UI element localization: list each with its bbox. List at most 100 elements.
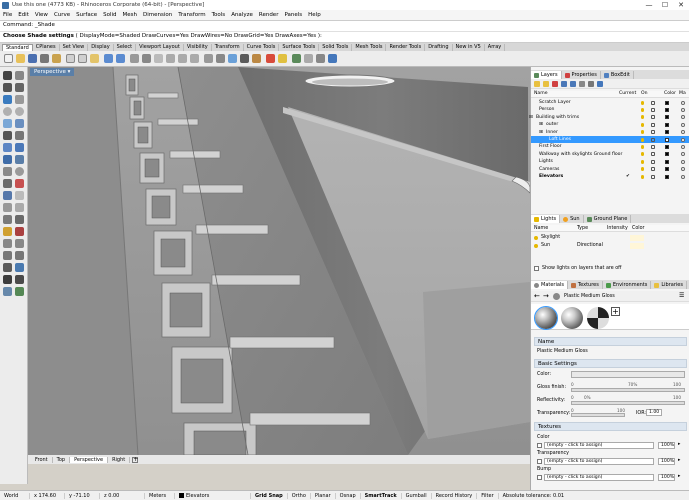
layer-lock-icon[interactable] — [651, 107, 655, 112]
layer-visibility-icon[interactable] — [641, 122, 644, 127]
sweep-icon[interactable] — [3, 155, 12, 164]
tab-curve-tools[interactable]: Curve Tools — [244, 44, 280, 51]
tab-materials[interactable]: Materials — [531, 281, 568, 289]
forward-arrow-icon[interactable]: → — [543, 292, 549, 300]
layer-visibility-icon[interactable] — [641, 167, 644, 172]
split-icon[interactable] — [15, 215, 24, 224]
mirror-icon[interactable] — [3, 263, 12, 272]
paste-icon[interactable] — [90, 54, 99, 63]
layer-lock-icon[interactable] — [651, 137, 655, 142]
layer-expand-icon[interactable]: ⊞ — [539, 129, 543, 136]
layer-row[interactable]: ⊞ Inner — [531, 129, 689, 136]
layer-lock-icon[interactable] — [651, 100, 655, 105]
help-icon[interactable] — [328, 54, 337, 63]
layer-color-swatch[interactable] — [665, 107, 669, 112]
light-bulb-icon[interactable] — [534, 244, 538, 248]
close-button[interactable]: ✕ — [673, 1, 689, 9]
material-color-swatch[interactable] — [571, 371, 685, 378]
tab-textures[interactable]: Textures — [568, 281, 603, 289]
analyze-icon[interactable] — [15, 275, 24, 284]
select-arrow-icon[interactable] — [3, 71, 12, 80]
add-viewport-tab-icon[interactable]: + — [132, 456, 138, 463]
ellipse-icon[interactable] — [3, 119, 12, 128]
texture-slot-checkbox[interactable] — [537, 475, 542, 480]
layer-color-swatch[interactable] — [665, 144, 669, 149]
new-sublayer-icon[interactable] — [543, 81, 549, 87]
tab-display[interactable]: Display — [88, 44, 114, 51]
layer-row[interactable]: Elevators ✔ — [531, 173, 689, 180]
new-file-icon[interactable] — [4, 54, 13, 63]
circle-icon[interactable] — [3, 107, 12, 116]
tab-drafting[interactable]: Drafting — [425, 44, 453, 51]
group-icon[interactable] — [3, 287, 12, 296]
layer-lock-icon[interactable] — [651, 130, 655, 135]
layer-visibility-icon[interactable] — [641, 115, 644, 120]
layer-row[interactable]: ⊞ outer — [531, 121, 689, 128]
point-icon[interactable] — [15, 71, 24, 80]
layer-row[interactable]: Lights — [531, 158, 689, 165]
tab-standard[interactable]: Standard — [2, 44, 33, 51]
menu-surface[interactable]: Surface — [76, 12, 97, 18]
layer-material-icon[interactable] — [681, 174, 685, 179]
curve-icon[interactable] — [3, 95, 12, 104]
rendered-icon[interactable] — [252, 54, 261, 63]
layer-lock-icon[interactable] — [651, 167, 655, 172]
copy-icon[interactable] — [78, 54, 87, 63]
layer-visibility-icon[interactable] — [641, 174, 644, 179]
material-thumb-2[interactable] — [561, 307, 583, 329]
four-viewports-icon[interactable] — [204, 54, 213, 63]
layer-row[interactable]: First Floor — [531, 143, 689, 150]
tab-transform[interactable]: Transform — [212, 44, 244, 51]
smarttrack-toggle[interactable]: SmartTrack — [361, 492, 402, 499]
layer-help-icon[interactable] — [597, 81, 603, 87]
tab-viewport-layout[interactable]: Viewport Layout — [136, 44, 184, 51]
rotate-icon[interactable] — [3, 251, 12, 260]
explode-icon[interactable] — [15, 227, 24, 236]
light-color-swatch[interactable] — [630, 235, 644, 241]
copy-object-icon[interactable] — [15, 239, 24, 248]
tab-ground-plane[interactable]: Ground Plane — [584, 215, 632, 223]
sphere-icon[interactable] — [15, 167, 24, 176]
layer-visibility-icon[interactable] — [641, 159, 644, 164]
texture-slot-assign[interactable]: (empty - click to assign) — [544, 474, 654, 481]
loft-icon[interactable] — [15, 143, 24, 152]
material-thumb-3[interactable] — [587, 307, 609, 329]
tab-layers[interactable]: Layers — [531, 71, 562, 79]
layer-visibility-icon[interactable] — [641, 100, 644, 105]
revolve-icon[interactable] — [15, 155, 24, 164]
osnap-toggle[interactable]: Osnap — [336, 492, 361, 499]
tab-array[interactable]: Array — [485, 44, 506, 51]
dimension-icon[interactable] — [3, 275, 12, 284]
layer-lock-icon[interactable] — [651, 122, 655, 127]
tab-libraries[interactable]: Libraries — [651, 281, 687, 289]
layer-material-icon[interactable] — [681, 152, 685, 157]
layer-material-icon[interactable] — [681, 100, 685, 105]
tab-new-in-v5[interactable]: New in V5 — [453, 44, 485, 51]
texture-slot-amount[interactable]: 100% — [658, 458, 675, 465]
current-layer-indicator[interactable]: Elevators — [175, 492, 251, 499]
shaded-icon[interactable] — [240, 54, 249, 63]
layer-row[interactable]: ⊟ Building with trims — [529, 114, 689, 121]
layer-lock-icon[interactable] — [651, 115, 655, 120]
light-row[interactable]: Sun Directional — [531, 242, 689, 250]
material-name-field[interactable]: Plastic Medium Gloss — [537, 349, 588, 354]
texture-slot-assign[interactable]: (empty - click to assign) — [544, 442, 654, 449]
filter-toggle[interactable]: Filter — [477, 492, 499, 499]
command-prompt-options[interactable]: ( DisplayMode=Shaded DrawCurves=Yes Draw… — [76, 33, 322, 39]
layer-visibility-icon[interactable] — [641, 144, 644, 149]
menu-edit[interactable]: Edit — [18, 12, 29, 18]
material-thumb-selected[interactable] — [534, 306, 558, 330]
current-layer-check-icon[interactable]: ✔ — [626, 173, 630, 180]
layer-row[interactable]: Scratch Layer — [531, 99, 689, 106]
textures-section-header[interactable]: Textures — [534, 422, 687, 431]
tab-mesh-tools[interactable]: Mesh Tools — [352, 44, 387, 51]
box-icon[interactable] — [3, 167, 12, 176]
back-arrow-icon[interactable]: ← — [534, 292, 540, 300]
layer-lock-icon[interactable] — [651, 159, 655, 164]
planar-toggle[interactable]: Planar — [311, 492, 336, 499]
layer-material-icon[interactable] — [681, 122, 685, 127]
layer-material-icon[interactable] — [681, 144, 685, 149]
layer-filter-icon[interactable] — [579, 81, 585, 87]
menu-view[interactable]: View — [35, 12, 48, 18]
layers-icon[interactable] — [292, 54, 301, 63]
